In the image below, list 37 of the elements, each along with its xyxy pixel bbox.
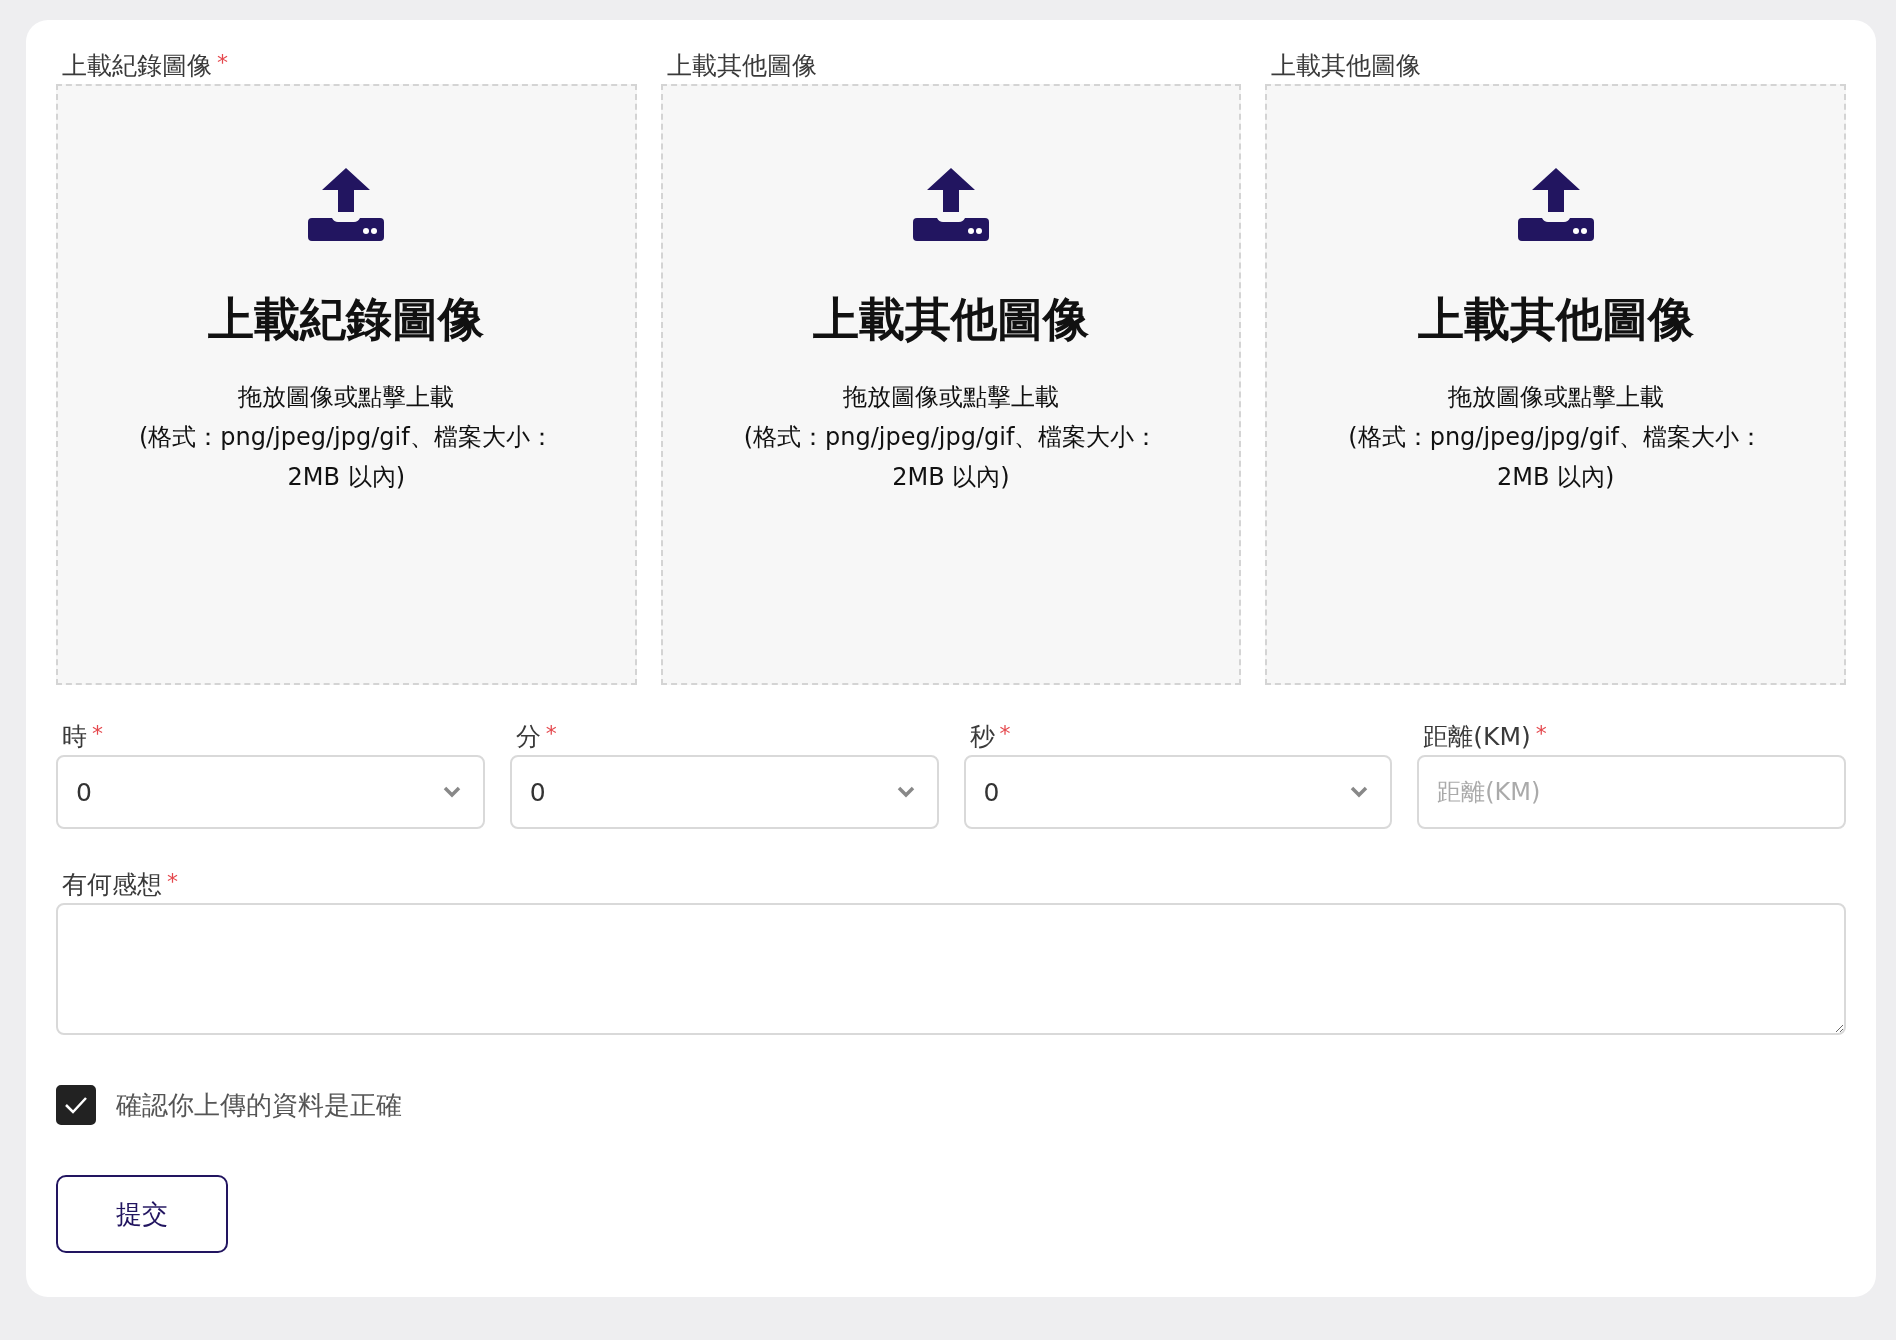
upload-icon (913, 168, 989, 241)
upload-icon (308, 168, 385, 241)
upload-title: 上載其他圖像 (1417, 291, 1694, 348)
select-field[interactable]: 0 (509, 755, 939, 829)
required-mark: * (167, 869, 178, 895)
upload-dropzone[interactable]: 上載其他圖像 拖放圖像或點擊上載 (格式：png/jpeg/jpg/gif、檔案大小： 2MB 以內) (1265, 84, 1846, 685)
upload-icon (1517, 168, 1594, 241)
checkbox[interactable] (56, 1085, 96, 1125)
submit-button[interactable]: 提交 (56, 1175, 228, 1253)
required-mark: * (545, 721, 557, 747)
required-mark: * (1535, 721, 1547, 747)
field-label: 上載紀錄圖像 (62, 50, 212, 82)
upload-hint: 拖放圖像或點擊上載 (格式：png/jpeg/jpg/gif、檔案大小： 2MB 以內) (1348, 382, 1763, 493)
input-field[interactable]: 距離(KM) (1417, 755, 1846, 829)
checkbox-label: 確認你上傳的資料是正確 (116, 1088, 402, 1122)
upload-title: 上載紀錄圖像 (208, 291, 485, 348)
required-mark: * (92, 721, 103, 747)
field-label: 分 (515, 721, 541, 753)
field-label: 上載其他圖像 (1271, 50, 1422, 82)
upload-hint: 拖放圖像或點擊上載 (格式：png/jpeg/jpg/gif、檔案大小： 2MB 以內) (743, 382, 1159, 493)
upload-dropzone[interactable]: 上載紀錄圖像 拖放圖像或點擊上載 (格式：png/jpeg/jpg/gif、檔案大小： 2MB 以內) (56, 84, 637, 685)
required-mark: * (217, 50, 228, 76)
upload-title: 上載其他圖像 (813, 291, 1089, 348)
chevron-down-icon (1350, 786, 1369, 798)
chevron-down-icon (896, 786, 915, 798)
upload-dropzone[interactable]: 上載其他圖像 拖放圖像或點擊上載 (格式：png/jpeg/jpg/gif、檔案大小： 2MB 以內) (660, 84, 1242, 685)
field-label: 秒 (969, 721, 995, 753)
required-mark: * (999, 721, 1011, 747)
field-label: 上載其他圖像 (666, 50, 817, 82)
field-label: 距離(KM) (1423, 721, 1531, 753)
check-icon (64, 1096, 88, 1114)
upload-hint: 拖放圖像或點擊上載 (格式：png/jpeg/jpg/gif、檔案大小： 2MB 以內) (138, 382, 554, 493)
field-label: 時 (62, 721, 87, 753)
chevron-down-icon (442, 786, 461, 798)
select-field[interactable]: 0 (56, 755, 485, 829)
select-field[interactable]: 0 (963, 755, 1393, 829)
field-label: 有何感想 (62, 869, 162, 901)
